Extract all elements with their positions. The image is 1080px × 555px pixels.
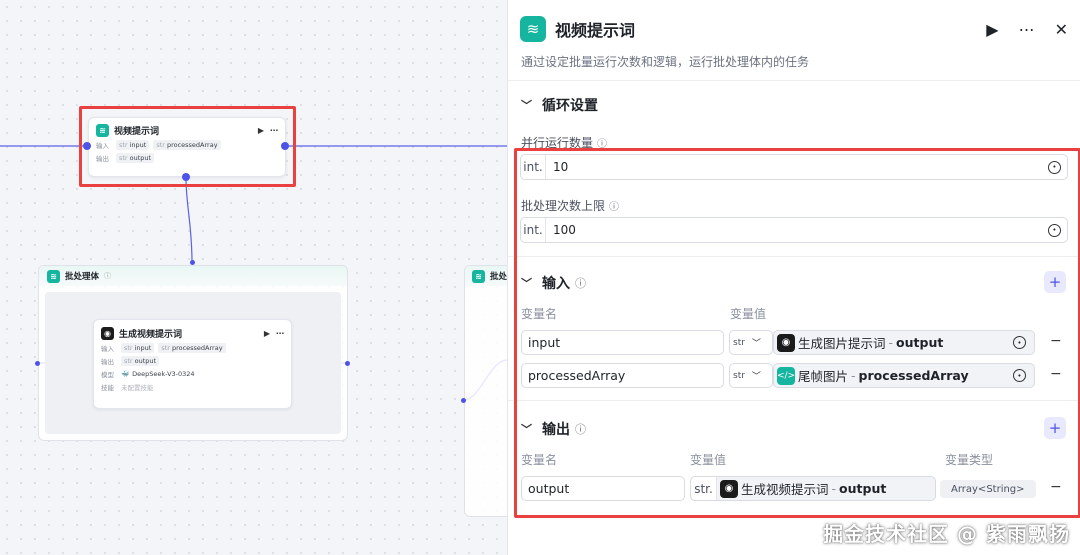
info-icon: ⓘ [104,272,112,280]
panel-description: 通过设定批量运行次数和逻辑，运行批处理体内的任务 [521,55,810,69]
watermark: 掘金技术社区 @ 紫雨飘扬 [823,522,1070,546]
close-button[interactable]: ✕ [1055,20,1068,39]
batch-layers-icon: ≋ [472,269,485,283]
more-icon[interactable]: ⋯ [276,329,284,338]
inner-inputs-row: 输入 str input str processedArray [101,343,284,353]
inner-node-title: 生成视频提示词 [119,330,183,340]
llm-model-icon: ◉ [101,327,114,340]
group-title-partial: 批处 [490,272,507,282]
inner-model-row: 模型 🐳 DeepSeek-V3-0324 [101,370,195,379]
generate-video-prompt-node[interactable]: ◉ 生成视频提示词 ▶ ⋯ 输入 str input str processedAr… [93,319,292,409]
second-group-port[interactable] [461,398,466,403]
group-left-port[interactable] [35,361,40,366]
panel-title: 视频提示词 [555,21,636,40]
workflow-canvas[interactable]: ≋ 视频提示词 ▶ ⋯ 输入 str input str processedArra… [0,0,507,555]
deepseek-whale-icon: 🐳 [121,370,130,378]
second-batch-group[interactable]: ≋ 批处 [464,265,507,517]
divider [508,80,1080,81]
run-button[interactable]: ▶ [986,20,998,39]
batch-layers-icon: ≋ [47,269,60,283]
node-settings-panel: ≋ 视频提示词 ▶ ⋯ ✕ 通过设定批量运行次数和逻辑，运行批处理体内的任务 ﹀… [507,0,1080,555]
group-top-port[interactable] [190,260,195,265]
group-title: 批处理体 [65,272,100,282]
highlight-box-node [79,106,296,187]
inner-skill-row: 技能 未配置技能 [101,384,154,392]
chevron-down-icon[interactable]: ﹀ [521,97,532,113]
run-icon[interactable]: ▶ [264,329,270,338]
loop-section-header[interactable]: ﹀ 循环设置 [521,95,598,115]
more-button[interactable]: ⋯ [1019,20,1035,39]
highlight-box-panel [514,148,1080,518]
group-right-port[interactable] [345,361,350,366]
batch-layers-icon: ≋ [520,16,546,42]
panel-header: ≋ 视频提示词 ▶ ⋯ ✕ [520,16,1068,42]
inner-outputs-row: 输出 str output [101,356,284,366]
